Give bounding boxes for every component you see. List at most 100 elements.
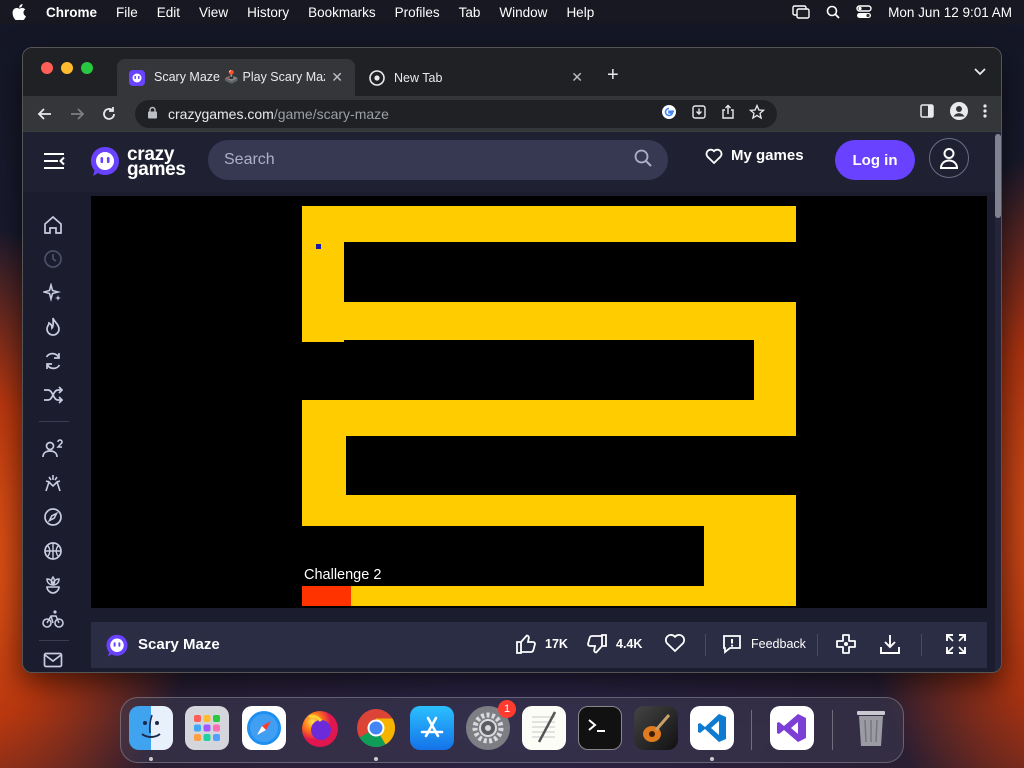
dock-visual-studio-code[interactable] [690, 706, 734, 750]
crazygames-logo-icon [106, 634, 128, 657]
maze-segment[interactable] [302, 586, 796, 606]
trending-icon[interactable] [42, 316, 64, 338]
dock-finder[interactable] [129, 706, 173, 750]
side-panel-icon[interactable] [919, 103, 935, 124]
io-icon[interactable] [42, 472, 64, 494]
random-icon[interactable] [42, 384, 64, 406]
tab-scary-maze[interactable]: Scary Maze 🕹️ Play Scary Maz ✕ [117, 59, 355, 96]
site-search-input[interactable]: Search [208, 140, 668, 180]
tab-strip: Scary Maze 🕹️ Play Scary Maz ✕ New Tab ✕… [23, 48, 1001, 96]
maze-danger-zone[interactable] [302, 586, 351, 606]
user-profile-button[interactable] [929, 138, 969, 178]
tab-new-tab[interactable]: New Tab ✕ [357, 59, 595, 96]
menu-help[interactable]: Help [566, 5, 594, 20]
menu-collapse-icon[interactable] [43, 152, 65, 175]
control-center-icon[interactable] [856, 5, 872, 19]
google-lens-icon[interactable] [661, 104, 677, 123]
dislike-button[interactable]: 4.4K [586, 633, 642, 655]
dock-system-settings[interactable]: 1 [466, 700, 516, 750]
dock-visual-studio[interactable] [770, 706, 814, 750]
category-sidebar [23, 192, 85, 672]
tab-search-chevron-icon[interactable] [973, 64, 987, 82]
menu-history[interactable]: History [247, 5, 289, 20]
logo-wordmark: crazy games [127, 144, 186, 180]
like-button[interactable]: 17K [515, 633, 568, 655]
mail-icon[interactable] [42, 649, 64, 671]
game-canvas[interactable]: Challenge 2 [91, 196, 987, 608]
sidebar-divider [39, 421, 69, 422]
dock-firefox[interactable] [298, 706, 342, 750]
maze-segment[interactable] [302, 206, 796, 242]
dock-app-store[interactable] [410, 706, 454, 750]
dock: 1 [120, 697, 904, 763]
dock-garageband[interactable] [634, 706, 678, 750]
controller-icon[interactable] [835, 633, 857, 655]
menu-file[interactable]: File [116, 5, 138, 20]
share-icon[interactable] [721, 104, 735, 123]
casual-icon[interactable] [42, 574, 64, 596]
reload-icon[interactable] [97, 102, 121, 126]
basketball-icon[interactable] [42, 540, 64, 562]
close-tab-icon[interactable]: ✕ [331, 69, 343, 86]
dock-trash[interactable] [849, 706, 893, 750]
lock-icon[interactable] [147, 106, 158, 122]
menu-app-name[interactable]: Chrome [46, 5, 97, 20]
dock-safari[interactable] [242, 706, 286, 750]
feedback-button[interactable]: Feedback [721, 633, 806, 655]
screen-mirroring-icon[interactable] [792, 5, 810, 19]
visual-studio-icon [777, 714, 806, 742]
menu-bookmarks[interactable]: Bookmarks [308, 5, 376, 20]
dock-terminal[interactable] [578, 706, 622, 750]
my-games-link[interactable]: My games [705, 147, 804, 164]
menu-tab[interactable]: Tab [459, 5, 481, 20]
close-window-button[interactable] [41, 62, 53, 74]
url-path: /game/scary-maze [273, 105, 389, 122]
back-arrow-icon[interactable] [33, 102, 57, 126]
favorite-heart-icon[interactable] [664, 633, 686, 653]
maze-segment[interactable] [302, 302, 796, 340]
crazygames-logo[interactable]: crazy games [89, 145, 186, 179]
install-app-icon[interactable] [691, 104, 707, 123]
fullscreen-icon[interactable] [945, 633, 967, 655]
maze-segment[interactable] [302, 400, 796, 436]
new-icon[interactable] [42, 282, 64, 304]
menubar-clock[interactable]: Mon Jun 12 9:01 AM [888, 5, 1012, 20]
search-icon[interactable] [634, 149, 652, 172]
updated-icon[interactable] [42, 350, 64, 372]
crazygames-favicon-icon [129, 69, 145, 86]
close-tab-icon[interactable]: ✕ [571, 69, 583, 86]
dock-chrome[interactable] [354, 706, 398, 750]
dock-launchpad[interactable] [185, 706, 229, 750]
menu-edit[interactable]: Edit [157, 5, 180, 20]
page-scrollbar[interactable] [995, 132, 1001, 672]
spotlight-search-icon[interactable] [826, 5, 840, 19]
forward-arrow-icon[interactable] [65, 102, 89, 126]
dock-textedit[interactable] [522, 706, 566, 750]
apple-icon[interactable] [12, 4, 28, 20]
heart-icon [705, 148, 723, 164]
cycling-icon[interactable] [42, 608, 64, 630]
player-cursor[interactable] [316, 244, 321, 249]
adventure-icon[interactable] [42, 506, 64, 528]
browser-toolbar: crazygames.com/game/scary-maze [23, 96, 1001, 132]
recent-icon[interactable] [42, 248, 64, 270]
zoom-window-button[interactable] [81, 62, 93, 74]
minimize-window-button[interactable] [61, 62, 73, 74]
download-icon[interactable] [879, 633, 901, 655]
profile-avatar-icon[interactable] [949, 101, 969, 126]
menu-view[interactable]: View [199, 5, 228, 20]
site-header: crazy games Search My games Log in [23, 132, 997, 192]
address-bar[interactable]: crazygames.com/game/scary-maze [135, 99, 777, 128]
like-count: 17K [545, 637, 568, 651]
new-tab-button[interactable]: + [607, 64, 619, 87]
settings-badge: 1 [498, 700, 516, 718]
chrome-menu-icon[interactable] [983, 103, 987, 124]
log-in-button[interactable]: Log in [835, 140, 915, 180]
home-icon[interactable] [42, 214, 64, 236]
menu-profiles[interactable]: Profiles [395, 5, 440, 20]
maze-path[interactable] [302, 206, 796, 606]
menu-window[interactable]: Window [499, 5, 547, 20]
bookmark-star-icon[interactable] [748, 103, 766, 123]
dislike-count: 4.4K [616, 637, 643, 651]
multiplayer-icon[interactable] [42, 438, 64, 460]
